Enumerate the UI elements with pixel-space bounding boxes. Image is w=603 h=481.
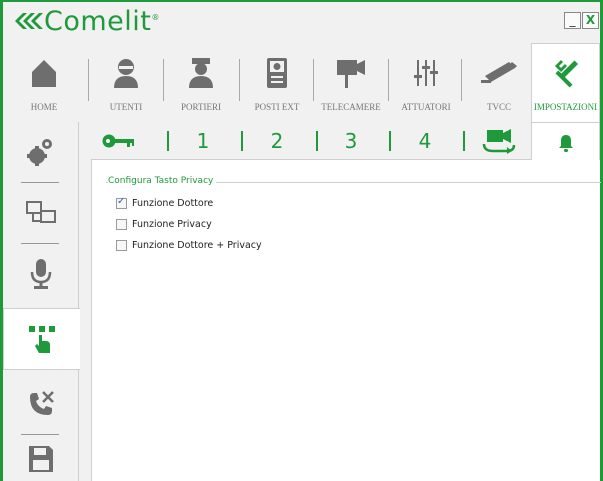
sub-tab-divider <box>241 131 243 151</box>
gears-icon <box>27 139 52 166</box>
sub-tab-1-label: 1 <box>196 129 210 153</box>
user-icon <box>114 59 138 88</box>
sub-tab-3-label: 3 <box>344 129 358 153</box>
nav-utenti[interactable]: UTENTI <box>90 44 162 120</box>
nav-portieri[interactable]: PORTIERI <box>165 44 237 120</box>
nav-impostazioni[interactable]: IMPOSTAZIONI <box>531 43 600 122</box>
nav-divider <box>388 59 389 101</box>
entrance-panel-icon <box>267 58 287 88</box>
main-navigation: HOME UTENTI PORTIERI POSTI EXT TELECAMER… <box>3 43 600 122</box>
sub-tab-4-label: 4 <box>418 129 432 153</box>
comelit-logo-mark <box>15 13 43 29</box>
nav-posti-ext-label: POSTI EXT <box>254 102 300 112</box>
label-funzione-dottore-privacy: Funzione Dottore + Privacy <box>132 239 262 251</box>
minimize-button[interactable]: _ <box>564 12 581 29</box>
home-icon <box>32 60 56 87</box>
sub-tab-3[interactable]: 3 <box>323 122 379 160</box>
checkbox-funzione-dottore[interactable] <box>116 196 127 209</box>
nav-tvcc-label: TVCC <box>486 102 511 112</box>
cctv-icon <box>481 62 517 83</box>
nav-impostazioni-label: IMPOSTAZIONI <box>533 102 598 112</box>
tools-icon <box>554 60 578 88</box>
nav-utenti-label: UTENTI <box>109 102 143 112</box>
concierge-icon <box>189 58 213 88</box>
option-funzione-privacy[interactable]: Funzione Privacy <box>116 217 212 231</box>
app-window: Comelit ® _ X HOME UTENTI PORTIERI POSTI… <box>0 0 603 481</box>
nav-attuatori-label: ATTUATORI <box>401 102 451 112</box>
sub-tab-2-label: 2 <box>270 129 284 153</box>
label-funzione-privacy: Funzione Privacy <box>132 218 212 230</box>
nav-divider <box>88 59 89 101</box>
comelit-logo: Comelit ® <box>13 5 160 37</box>
save-icon <box>29 446 53 472</box>
logo-registered-mark: ® <box>151 12 160 22</box>
sub-tab-divider <box>167 131 169 151</box>
sub-tab-key[interactable] <box>91 122 147 160</box>
nav-telecamere-label: TELECAMERE <box>321 102 381 112</box>
close-button[interactable]: X <box>582 12 599 29</box>
nav-home[interactable]: HOME <box>8 44 80 120</box>
bell-icon <box>558 134 573 152</box>
sidebar <box>3 122 80 481</box>
sidebar-item-save[interactable] <box>3 435 79 481</box>
camera-icon <box>337 60 365 88</box>
logo-text: Comelit <box>44 5 152 37</box>
sub-tab-4[interactable]: 4 <box>397 122 453 160</box>
nav-attuatori[interactable]: ATTUATORI <box>390 44 462 120</box>
sub-tab-2[interactable]: 2 <box>249 122 305 160</box>
sidebar-item-devices[interactable] <box>3 183 79 243</box>
nav-divider <box>163 59 164 101</box>
camera-cycle-icon <box>482 129 516 154</box>
option-funzione-dottore-privacy[interactable]: Funzione Dottore + Privacy <box>116 238 262 252</box>
label-funzione-dottore: Funzione Dottore <box>132 197 214 209</box>
sub-tab-divider <box>463 131 465 151</box>
call-forward-icon <box>30 391 54 415</box>
sub-tab-camera-cycle[interactable] <box>471 122 527 160</box>
option-funzione-dottore[interactable]: Funzione Dottore <box>116 196 213 210</box>
sidebar-item-audio[interactable] <box>3 244 79 304</box>
checkbox-funzione-dottore-privacy[interactable] <box>116 239 127 251</box>
nav-posti-ext[interactable]: POSTI EXT <box>241 44 313 120</box>
sub-tab-divider <box>316 131 318 151</box>
checkbox-funzione-privacy[interactable] <box>116 218 127 230</box>
actuator-icon <box>414 60 438 86</box>
title-bar: Comelit ® _ X <box>3 2 600 44</box>
nav-divider <box>461 59 462 101</box>
nav-divider <box>239 59 240 101</box>
sidebar-item-call-forward[interactable] <box>3 374 79 434</box>
nav-telecamere[interactable]: TELECAMERE <box>315 44 387 120</box>
sub-tab-1[interactable]: 1 <box>175 122 231 160</box>
microphone-icon <box>30 259 52 289</box>
nav-portieri-label: PORTIERI <box>181 102 221 112</box>
content-panel: Configura Tasto Privacy Funzione Dottore… <box>91 160 601 481</box>
network-devices-icon <box>26 201 56 223</box>
nav-home-label: HOME <box>30 102 58 112</box>
sidebar-item-settings[interactable] <box>3 122 79 182</box>
nav-tvcc[interactable]: TVCC <box>463 44 535 120</box>
sub-tab-bar: 1 2 3 4 <box>91 122 600 162</box>
sub-tab-divider <box>389 131 391 151</box>
sub-tab-bell[interactable] <box>531 122 600 162</box>
privacy-group-title: Configura Tasto Privacy <box>108 176 217 186</box>
touch-buttons-icon <box>29 326 55 353</box>
sidebar-item-buttons[interactable] <box>3 308 80 370</box>
nav-divider <box>313 59 314 101</box>
key-icon <box>102 134 134 148</box>
